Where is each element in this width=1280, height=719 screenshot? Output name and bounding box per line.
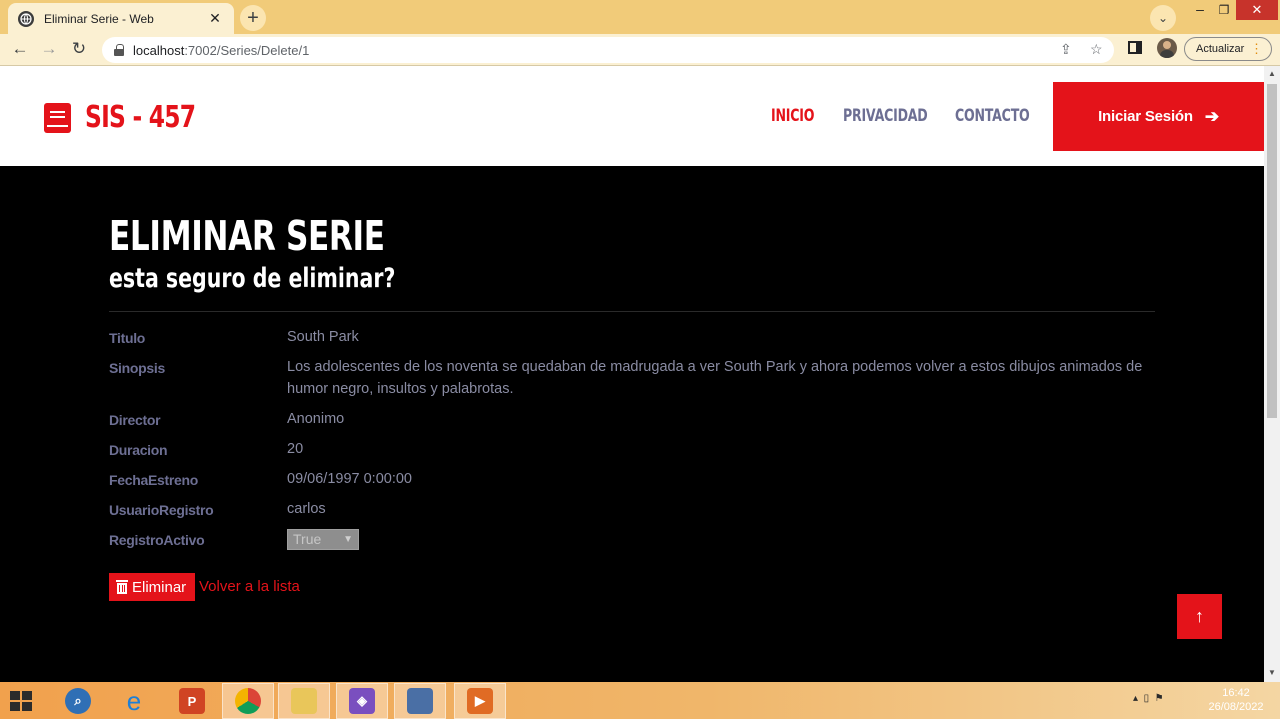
page-title: ELIMINAR SERIE bbox=[109, 212, 385, 260]
taskbar-visual-studio-icon[interactable]: ◈ bbox=[336, 683, 388, 719]
nav-item-inicio[interactable]: INICIO bbox=[771, 106, 814, 126]
detail-label-registroactivo: RegistroActivo bbox=[109, 532, 205, 548]
window-restore-button[interactable]: ❐ bbox=[1212, 0, 1236, 22]
detail-value-duracion: 20 bbox=[287, 441, 304, 457]
lock-icon bbox=[114, 44, 124, 56]
taskbar-powerpoint-icon[interactable]: P bbox=[166, 683, 218, 719]
clock-time: 16:42 bbox=[1222, 687, 1250, 699]
menu-dots-icon: ⋮ bbox=[1250, 41, 1263, 56]
site-header: SIS - 457 INICIO PRIVACIDAD CONTACTO Ini… bbox=[0, 66, 1264, 166]
globe-icon bbox=[18, 10, 34, 27]
scrollbar-thumb[interactable] bbox=[1267, 84, 1277, 418]
taskbar-app-window-icon[interactable] bbox=[394, 683, 446, 719]
tab-close-icon[interactable]: ✕ bbox=[206, 10, 224, 27]
back-to-list-link[interactable]: Volver a la lista bbox=[199, 578, 300, 595]
side-panel-icon[interactable] bbox=[1128, 41, 1142, 54]
divider bbox=[109, 311, 1155, 312]
windows-start-icon[interactable] bbox=[10, 691, 32, 711]
site-logo[interactable]: SIS - 457 bbox=[44, 100, 226, 135]
arrow-up-icon: ↑ bbox=[1195, 606, 1204, 626]
taskbar-internet-explorer-icon[interactable]: e bbox=[108, 683, 160, 719]
back-to-top-button[interactable]: ↑ bbox=[1177, 594, 1222, 639]
new-tab-button[interactable]: + bbox=[240, 5, 266, 31]
browser-tab[interactable]: Eliminar Serie - Web ✕ bbox=[8, 3, 234, 34]
registro-activo-value: True bbox=[293, 531, 322, 547]
book-icon bbox=[44, 102, 71, 133]
detail-label-director: Director bbox=[109, 412, 161, 428]
update-button[interactable]: Actualizar ⋮ bbox=[1184, 37, 1272, 61]
detail-label-usuarioregistro: UsuarioRegistro bbox=[109, 502, 214, 518]
scroll-down-icon[interactable]: ▼ bbox=[1268, 668, 1276, 677]
detail-label-sinopsis: Sinopsis bbox=[109, 360, 165, 376]
logo-text: SIS - 457 bbox=[85, 100, 196, 135]
page-scrollbar[interactable]: ▲ ▼ bbox=[1264, 66, 1280, 682]
update-label: Actualizar bbox=[1196, 43, 1245, 55]
taskbar-chrome-icon[interactable] bbox=[222, 683, 274, 719]
taskbar-search-icon[interactable]: ⌕ bbox=[52, 683, 104, 719]
detail-label-titulo: Titulo bbox=[109, 330, 146, 346]
login-button[interactable]: Iniciar Sesión ➔ bbox=[1053, 82, 1264, 151]
url-host: localhost bbox=[133, 42, 185, 58]
chevron-down-icon: ▼ bbox=[343, 534, 353, 545]
share-icon[interactable]: ⇪ bbox=[1060, 41, 1072, 58]
bookmark-star-icon[interactable]: ☆ bbox=[1090, 41, 1103, 58]
scroll-up-icon[interactable]: ▲ bbox=[1268, 69, 1276, 78]
tab-title: Eliminar Serie - Web bbox=[44, 11, 154, 26]
delete-label: Eliminar bbox=[132, 578, 187, 596]
arrow-right-icon: ➔ bbox=[1204, 106, 1219, 126]
detail-label-duracion: Duracion bbox=[109, 442, 168, 458]
taskbar-clock[interactable]: 16:42 26/08/2022 bbox=[1196, 686, 1276, 714]
taskbar-media-player-icon[interactable]: ▶ bbox=[454, 683, 506, 719]
back-arrow-icon[interactable]: ← bbox=[8, 38, 32, 62]
login-label: Iniciar Sesión bbox=[1098, 108, 1193, 125]
detail-label-fechaestreno: FechaEstreno bbox=[109, 472, 198, 488]
reload-icon[interactable]: ↻ bbox=[67, 38, 91, 62]
window-close-button[interactable]: ✕ bbox=[1236, 0, 1278, 20]
forward-arrow-icon[interactable]: → bbox=[37, 38, 61, 62]
registro-activo-select[interactable]: True ▼ bbox=[287, 529, 359, 550]
system-tray-icons[interactable]: ▴ ▯ ⚑ bbox=[1133, 693, 1164, 704]
tab-search-button[interactable]: ⌄ bbox=[1150, 5, 1176, 31]
detail-value-sinopsis: Los adolescentes de los noventa se queda… bbox=[287, 359, 1143, 397]
detail-value-fechaestreno: 09/06/1997 0:00:00 bbox=[287, 471, 412, 487]
detail-value-usuarioregistro: carlos bbox=[287, 501, 326, 517]
detail-value-titulo: South Park bbox=[287, 329, 359, 345]
delete-button[interactable]: Eliminar bbox=[109, 573, 195, 601]
url-path: :7002/Series/Delete/1 bbox=[184, 42, 310, 58]
clock-date: 26/08/2022 bbox=[1208, 701, 1264, 713]
page-subtitle: esta seguro de eliminar? bbox=[109, 263, 396, 294]
browser-tabstrip: Eliminar Serie - Web ✕ + ⌄ – ❐ ✕ bbox=[0, 0, 1280, 34]
window-minimize-button[interactable]: – bbox=[1186, 0, 1214, 22]
trash-icon bbox=[116, 580, 128, 594]
taskbar-file-explorer-icon[interactable] bbox=[278, 683, 330, 719]
browser-toolbar: ← → ↻ localhost:7002/Series/Delete/1 ⇪ ☆… bbox=[0, 34, 1280, 66]
nav-item-contacto[interactable]: CONTACTO bbox=[955, 106, 1030, 126]
windows-taskbar: ⌕ e P ◈ ▶ ▴ ▯ ⚑ 16:42 26/08/2022 bbox=[0, 682, 1280, 719]
profile-avatar[interactable] bbox=[1157, 38, 1177, 58]
nav-item-privacidad[interactable]: PRIVACIDAD bbox=[843, 106, 928, 126]
detail-value-director: Anonimo bbox=[287, 411, 345, 427]
address-bar[interactable]: localhost:7002/Series/Delete/1 ⇪ ☆ bbox=[102, 37, 1114, 63]
